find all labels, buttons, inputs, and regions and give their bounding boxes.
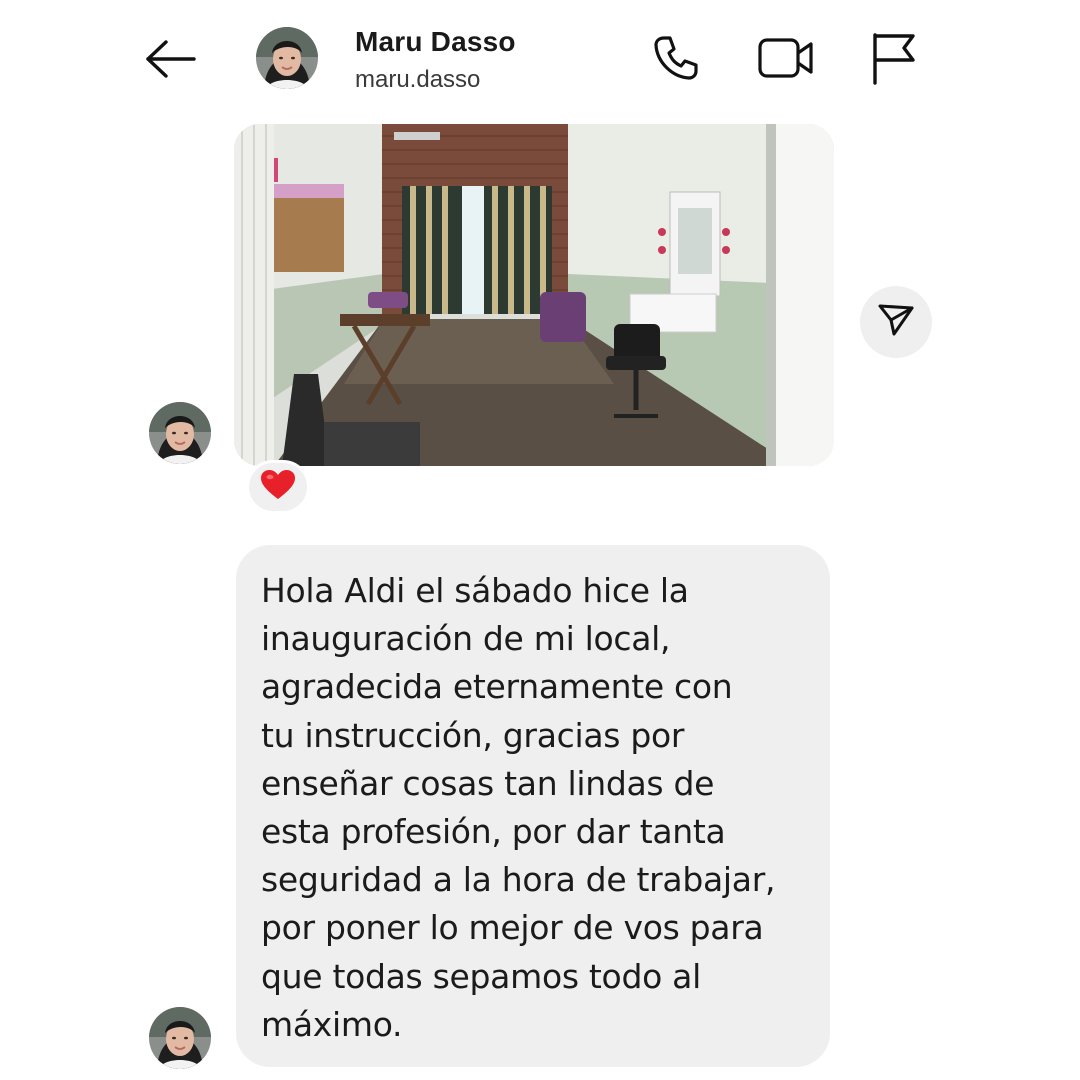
video-camera-icon [757, 35, 815, 86]
photo-message[interactable] [234, 124, 834, 466]
arrow-left-icon [144, 39, 198, 84]
call-button[interactable] [646, 30, 706, 90]
paper-plane-icon [876, 300, 916, 345]
flag-icon [869, 31, 919, 90]
sender-avatar[interactable] [149, 1007, 211, 1069]
message-line: seguridad a la hora de trabajar, [261, 860, 776, 900]
message-line: tu instrucción, gracias por [261, 715, 685, 755]
heart-icon [260, 469, 296, 506]
message-line: agradecida eternamente con [261, 667, 733, 707]
back-button[interactable] [140, 32, 202, 90]
chat-header: Maru Dasso maru.dasso [0, 0, 1080, 120]
contact-handle: maru.dasso [355, 66, 481, 93]
message-line: por poner lo mejor de vos para [261, 908, 764, 948]
message-line: máximo. [261, 1004, 403, 1044]
message-line: que todas sepamos todo al [261, 956, 701, 996]
message-line: esta profesión, por dar tanta [261, 812, 726, 852]
text-message-bubble[interactable]: Hola Aldi el sábado hice la inauguración… [236, 545, 830, 1067]
report-button[interactable] [864, 30, 924, 90]
share-button[interactable] [860, 286, 932, 358]
salon-photo [234, 124, 834, 466]
message-line: inauguración de mi local, [261, 619, 671, 659]
contact-name[interactable]: Maru Dasso [355, 26, 516, 58]
message-line: Hola Aldi el sábado hice la [261, 571, 689, 610]
message-line: enseñar cosas tan lindas de [261, 763, 715, 803]
phone-icon [650, 32, 702, 89]
message-reaction[interactable] [246, 460, 310, 514]
contact-avatar[interactable] [256, 27, 318, 89]
sender-avatar[interactable] [149, 402, 211, 464]
video-call-button[interactable] [756, 30, 816, 90]
